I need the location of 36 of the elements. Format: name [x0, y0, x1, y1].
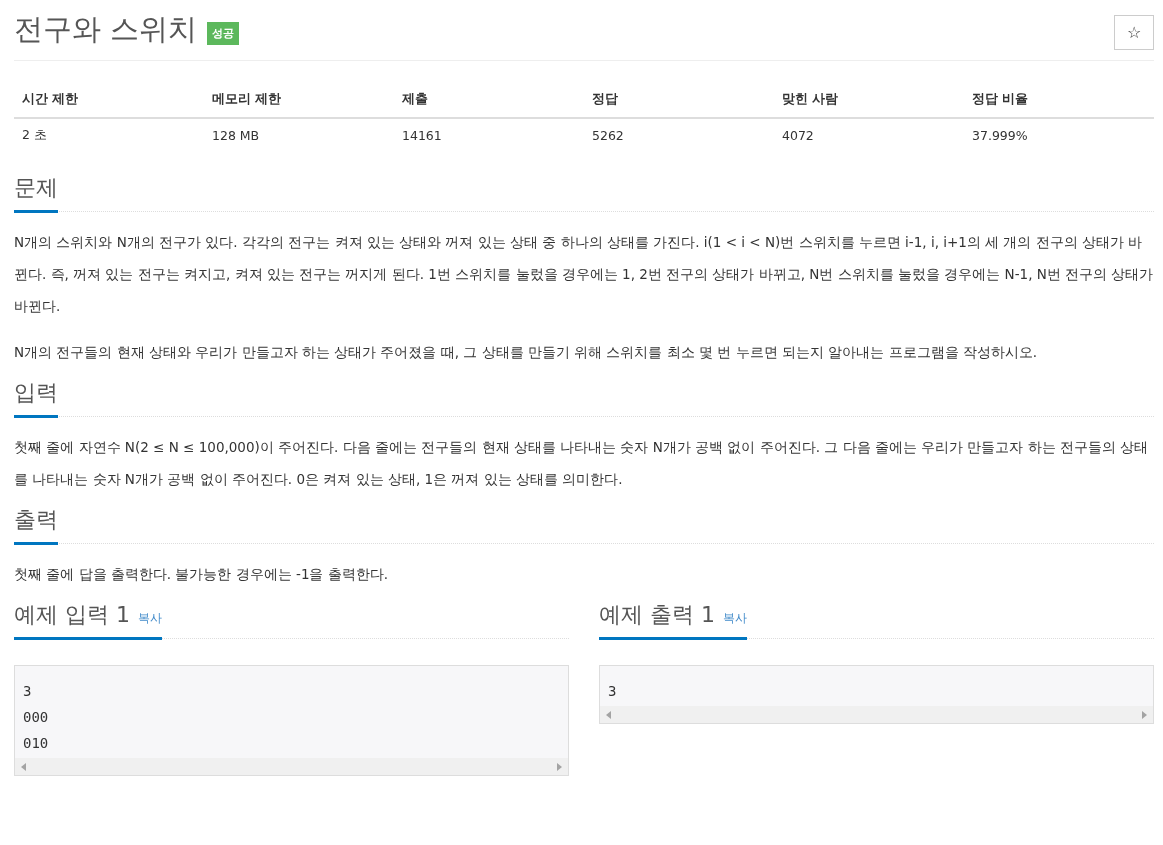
scroll-left-icon[interactable]: [21, 762, 27, 771]
favorite-button[interactable]: ☆: [1114, 14, 1154, 50]
code-line: 000: [23, 708, 50, 727]
section-heading: 입력: [14, 378, 58, 418]
code-line: 3: [608, 682, 618, 701]
section-heading: 예제 입력 1 복사: [14, 600, 162, 640]
column-header: 정답 비율: [964, 83, 1154, 118]
paragraph: 첫째 줄에 답을 출력한다. 불가능한 경우에는 -1을 출력한다.: [14, 565, 390, 584]
table-cell: 37.999%: [964, 118, 1154, 153]
column-header: 시간 제한: [14, 83, 204, 118]
scroll-right-icon[interactable]: [1141, 710, 1147, 719]
problem-title: 전구와 스위치: [14, 11, 198, 48]
table-cell: 14161: [394, 118, 584, 153]
table-cell: 4072: [774, 118, 964, 153]
column-header: 정답: [584, 83, 774, 118]
copy-link[interactable]: 복사: [138, 610, 162, 627]
paragraph: 첫째 줄에 자연수 N(2 ≤ N ≤ 100,000)이 주어진다. 다음 줄에는 전구들의 현재 상태를 나타내는 숫자 N개가 공백 없이 주어진다. 그 다음 줄에는 우리가 만들고자 하는 전구들의 상태를 나타내는 숫자 N개가 공백 없이 주어진다. 0은 켜져 있는 상태, 1은 꺼져 있는 상태를 의미한다.: [14, 438, 1150, 489]
table-cell: 2 초: [14, 118, 204, 153]
code-line: 010: [23, 734, 50, 753]
section-heading: 출력: [14, 505, 58, 545]
section-heading: 예제 출력 1 복사: [599, 600, 747, 640]
copy-link[interactable]: 복사: [723, 610, 747, 627]
horizontal-scrollbar[interactable]: [15, 758, 568, 775]
paragraph: N개의 전구들의 현재 상태와 우리가 만들고자 하는 상태가 주어졌을 때, 그 상태를 만들기 위해 스위치를 최소 몇 번 누르면 되는지 알아내는 프로그램을 작성하시오.: [14, 343, 1039, 362]
scroll-left-icon[interactable]: [606, 710, 612, 719]
scroll-right-icon[interactable]: [556, 762, 562, 771]
column-header: 메모리 제한: [204, 83, 394, 118]
horizontal-scrollbar[interactable]: [600, 706, 1153, 723]
paragraph: N개의 스위치와 N개의 전구가 있다. 각각의 전구는 켜져 있는 상태와 꺼져 있는 상태 중 하나의 상태를 가진다. i(1 < i < N)번 스위치를 누르면 i-1, i, i+1의 세 개의 전구의 상태가 바뀐다. 즉, 꺼져 있는 전구는 켜지고, 켜져 있는 전구는 꺼지게 된다. 1번 스위치를 눌렀을 경우에는 1, 2번 전구의 상태가 바뀌고, N번 스위치를 눌렀을 경우에는 N-1, N번 전구의 상태가 바뀐다.: [14, 233, 1154, 316]
column-header: 맞힌 사람: [774, 83, 964, 118]
column-header: 제출: [394, 83, 584, 118]
status-badge: 성공: [207, 21, 240, 45]
section-heading: 문제: [14, 173, 58, 213]
table-cell: 128 MB: [204, 118, 394, 153]
code-line: 3: [23, 682, 33, 701]
table-cell: 5262: [584, 118, 774, 153]
